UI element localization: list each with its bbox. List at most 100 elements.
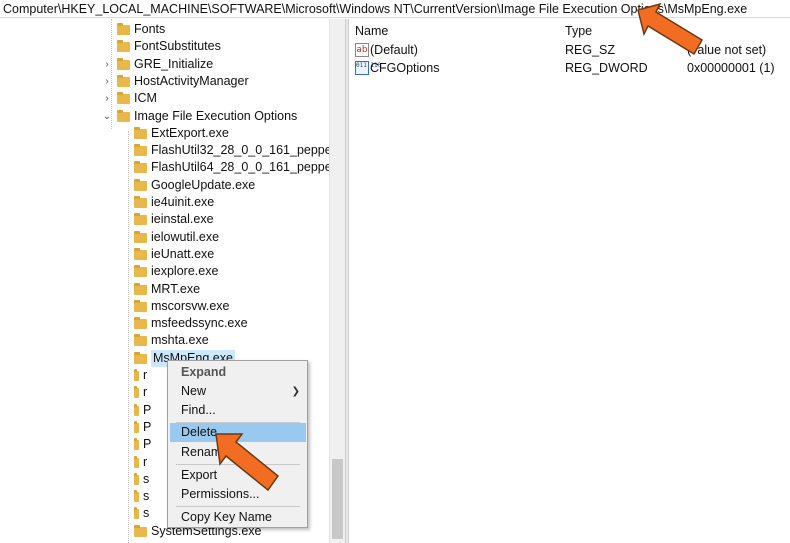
tree-node[interactable]: FlashUtil32_28_0_0_161_pepper.e	[118, 142, 345, 159]
tree-node-partial[interactable]: s	[118, 488, 149, 505]
menu-separator	[176, 506, 300, 507]
address-bar[interactable]: Computer\HKEY_LOCAL_MACHINE\SOFTWARE\Mic…	[0, 0, 790, 18]
tree-node-label: ICM	[134, 91, 157, 106]
tree-node-label: Fonts	[134, 22, 166, 36]
folder-icon	[134, 455, 139, 469]
menu-item-new-label: New	[181, 384, 207, 398]
tree-node[interactable]: ExtExport.exe	[118, 125, 229, 142]
folder-icon	[134, 507, 139, 520]
tree-node[interactable]: › HostActivityManager	[101, 73, 248, 90]
tree-node[interactable]: mshta.exe	[118, 332, 209, 349]
tree-node-label: mshta.exe	[151, 333, 209, 348]
tree-node[interactable]: FontSubstitutes	[101, 38, 221, 55]
folder-icon	[134, 247, 147, 261]
expand-chevron-icon[interactable]: ›	[101, 90, 113, 107]
value-row[interactable]: ab (Default) REG_SZ (value not set)	[349, 41, 790, 59]
tree-node-label: s	[143, 471, 150, 486]
context-menu: Expand New ❯ Find... Delete Rename Expor…	[167, 360, 308, 528]
tree-node-label: ie4uinit.exe	[151, 195, 215, 209]
column-header-name[interactable]: Name	[355, 22, 388, 40]
tree-node[interactable]: iexplore.exe	[118, 263, 218, 280]
menu-item-permissions[interactable]: Permissions...	[170, 485, 306, 504]
tree-node-label: iexplore.exe	[151, 264, 219, 279]
tree-node-partial[interactable]: r	[118, 367, 147, 384]
tree-node-label: r	[143, 368, 148, 382]
tree-node-partial[interactable]: s	[118, 505, 149, 522]
folder-icon	[117, 92, 130, 105]
tree-node[interactable]: ie4uinit.exe	[118, 194, 214, 211]
tree-node-label: ieinstal.exe	[151, 212, 214, 227]
menu-item-new[interactable]: New ❯	[170, 382, 306, 401]
tree-node[interactable]: ieUnatt.exe	[118, 246, 214, 263]
expand-chevron-icon[interactable]: ›	[101, 73, 113, 90]
tree-node-label: s	[143, 506, 150, 521]
tree-node-partial[interactable]: s	[118, 471, 149, 488]
folder-icon	[134, 472, 139, 486]
tree-node-label: ieUnatt.exe	[151, 246, 215, 261]
folder-icon	[134, 213, 147, 226]
folder-icon	[134, 144, 147, 157]
value-row[interactable]: 011 110 CFGOptions REG_DWORD 0x00000001 …	[349, 59, 790, 77]
tree-node[interactable]: › ICM	[101, 90, 157, 107]
folder-icon	[134, 299, 147, 313]
expand-chevron-icon[interactable]: ›	[101, 56, 113, 73]
binary-value-icon: 011 110	[355, 61, 381, 75]
folder-icon	[134, 282, 147, 296]
tree-node[interactable]: mscorsvw.exe	[118, 298, 230, 315]
folder-icon	[134, 317, 147, 330]
tree-node[interactable]: GoogleUpdate.exe	[118, 177, 255, 194]
menu-item-copy-key-name[interactable]: Copy Key Name	[170, 508, 306, 527]
tree-node[interactable]: Fonts	[101, 21, 165, 38]
tree-node-partial[interactable]: P	[118, 436, 151, 453]
tree-node-partial[interactable]: r	[118, 454, 147, 471]
menu-item-export[interactable]: Export	[170, 466, 306, 485]
tree-node-label: FontSubstitutes	[134, 39, 221, 54]
tree-node-label: s	[143, 489, 150, 504]
folder-icon	[134, 230, 147, 244]
tree-node-label: P	[143, 419, 152, 434]
tree-node-label: P	[143, 402, 152, 417]
menu-item-delete[interactable]: Delete	[170, 423, 306, 442]
menu-item-find[interactable]: Find...	[170, 401, 306, 420]
tree-node-label: mscorsvw.exe	[151, 298, 230, 313]
scrollbar-thumb[interactable]	[332, 459, 343, 539]
tree-node[interactable]: FlashUtil64_28_0_0_161_pepper.e	[118, 159, 345, 176]
column-header-type[interactable]: Type	[565, 22, 592, 40]
tree-node-partial[interactable]: P	[118, 402, 151, 419]
collapse-chevron-icon[interactable]: ⌄	[101, 108, 113, 125]
tree-node-label: ielowutil.exe	[151, 229, 220, 244]
tree-node[interactable]: ⌄ Image File Execution Options	[101, 108, 297, 125]
tree-node[interactable]: › GRE_Initialize	[101, 56, 213, 73]
folder-icon	[117, 23, 130, 36]
folder-icon	[134, 161, 147, 174]
folder-icon	[134, 334, 147, 347]
value-type: REG_DWORD	[565, 61, 648, 75]
menu-item-rename[interactable]: Rename	[170, 443, 306, 462]
tree-scrollbar[interactable]	[329, 19, 345, 543]
menu-item-expand[interactable]: Expand	[170, 363, 306, 382]
tree-node-partial[interactable]: P	[118, 419, 151, 436]
folder-icon	[134, 403, 139, 417]
tree-node-label: GoogleUpdate.exe	[151, 177, 256, 192]
tree-node-partial[interactable]: r	[118, 384, 147, 401]
tree-node[interactable]: ieinstal.exe	[118, 211, 214, 228]
tree-node[interactable]: msfeedssync.exe	[118, 315, 248, 332]
tree-node[interactable]: ielowutil.exe	[118, 229, 219, 246]
tree-node[interactable]: MRT.exe	[118, 281, 200, 298]
